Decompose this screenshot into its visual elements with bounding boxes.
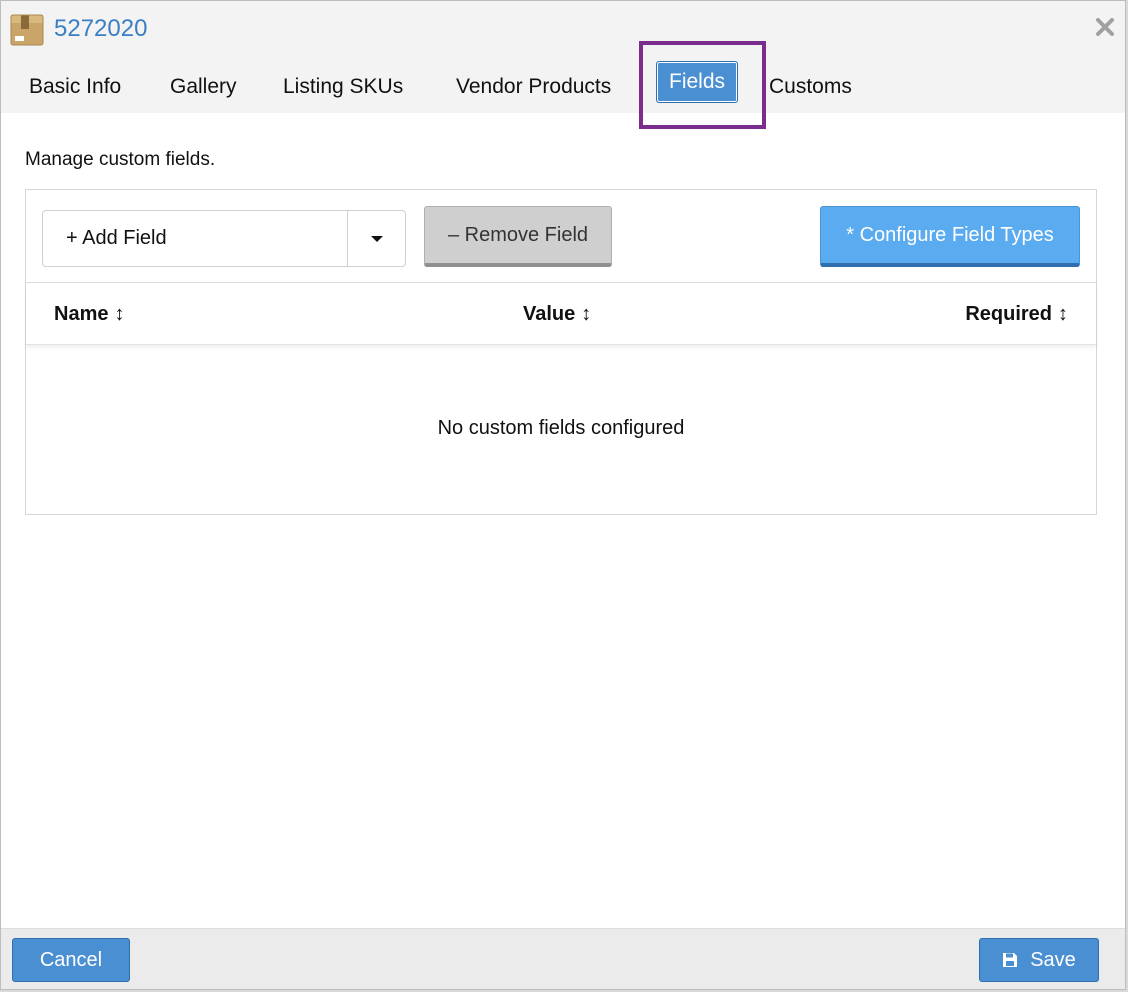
dialog: 5272020 Basic Info Gallery Listing SKUs … [0, 0, 1126, 990]
dialog-header: 5272020 Basic Info Gallery Listing SKUs … [1, 1, 1125, 129]
package-box-icon [10, 14, 44, 46]
add-field-button[interactable]: + Add Field [43, 211, 347, 266]
column-header-label: Value [523, 303, 576, 325]
section-description: Manage custom fields. [25, 149, 216, 170]
tab-vendor-products[interactable]: Vendor Products [456, 67, 611, 107]
caret-down-icon [370, 235, 383, 242]
tab-bar: Basic Info Gallery Listing SKUs Vendor P… [1, 57, 1125, 113]
save-button[interactable]: Save [979, 938, 1099, 982]
column-header-name[interactable]: Name ↕ [54, 283, 124, 345]
dialog-title[interactable]: 5272020 [54, 17, 147, 41]
add-field-dropdown-toggle[interactable] [347, 211, 405, 266]
remove-field-button[interactable]: – Remove Field [424, 206, 612, 267]
sort-icon: ↕ [114, 303, 125, 325]
fields-panel: + Add Field – Remove Field * Configure F… [25, 189, 1097, 515]
floppy-disk-icon [1003, 953, 1018, 967]
column-header-value[interactable]: Value ↕ [523, 283, 591, 345]
tab-fields[interactable]: Fields [656, 61, 739, 103]
sort-icon: ↕ [581, 303, 592, 325]
configure-field-types-button[interactable]: * Configure Field Types [820, 206, 1080, 267]
tab-listing-skus[interactable]: Listing SKUs [283, 67, 403, 107]
cancel-button[interactable]: Cancel [12, 938, 130, 982]
save-button-label: Save [1030, 949, 1076, 971]
column-header-required[interactable]: Required ↕ [965, 283, 1068, 345]
dialog-footer: Cancel Save [1, 928, 1125, 989]
fields-toolbar: + Add Field – Remove Field * Configure F… [26, 190, 1096, 282]
fields-table: Name ↕ Value ↕ Required ↕ No custom fields … [26, 282, 1096, 514]
table-header: Name ↕ Value ↕ Required ↕ [26, 283, 1096, 345]
sort-icon: ↕ [1058, 303, 1068, 325]
tab-gallery[interactable]: Gallery [170, 67, 237, 107]
add-field-split-button: + Add Field [42, 210, 406, 267]
empty-state-message: No custom fields configured [437, 417, 685, 439]
column-header-label: Name [54, 303, 109, 325]
close-icon[interactable] [1093, 15, 1117, 39]
title-row: 5272020 [9, 9, 147, 49]
tab-basic-info[interactable]: Basic Info [29, 67, 121, 107]
column-header-label: Required [965, 303, 1052, 325]
tab-customs[interactable]: Customs [769, 67, 852, 107]
